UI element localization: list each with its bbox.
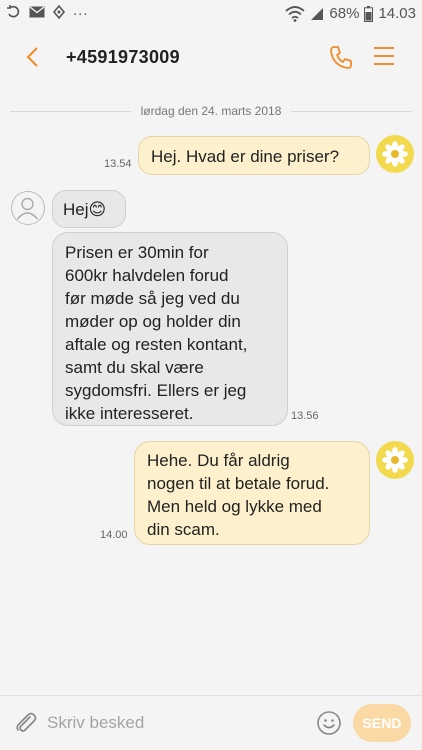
outgoing-message-bubble[interactable]: Hehe. Du får aldrig nogen til at betale … [134,441,370,545]
message-line: din scam. [147,520,220,539]
date-separator-label: lørdag den 24. marts 2018 [140,104,282,118]
own-avatar[interactable] [376,135,414,173]
message-line: samt du skal være [65,358,204,377]
status-clock: 14.03 [378,5,416,22]
contact-title[interactable]: +4591973009 [66,47,180,68]
conversation-header: +4591973009 [0,30,422,88]
message-line: møder op og holder din [65,312,241,331]
phone-icon [330,46,352,69]
battery-icon [364,5,374,22]
composer-bar: SEND [0,695,422,750]
status-icons-left: ... [6,1,89,19]
message-time: 13.54 [104,158,132,170]
date-divider-right [291,110,412,112]
outgoing-message-bubble[interactable]: Hej. Hvad er dine priser? [138,136,370,175]
status-more-indicator: ... [73,1,89,19]
message-line: nogen til at betale forud. [147,474,330,493]
call-button[interactable] [327,43,355,71]
date-divider-left [10,110,131,112]
wifi-icon [285,5,306,22]
message-line: Hehe. Du får aldrig [147,451,290,470]
status-icons-right: 68% 14.03 [285,5,416,22]
flower-avatar-icon [382,141,408,167]
paperclip-icon [16,712,37,732]
incoming-message-bubble[interactable]: Prisen er 30min for 600kr halvdelen foru… [52,232,288,426]
emoji-button[interactable] [316,710,342,736]
refresh-status-icon [7,5,20,18]
message-text: Hej. Hvad er dine priser? [151,147,340,166]
battery-percent: 68% [329,5,360,22]
message-line: aftale og resten kontant, [65,335,248,354]
mail-status-icon [29,6,45,18]
incoming-message-bubble[interactable]: Hej😊 [52,190,126,228]
message-time: 14.00 [100,529,128,541]
attach-button[interactable] [13,710,39,736]
message-input[interactable] [47,709,297,737]
date-separator: lørdag den 24. marts 2018 [0,100,422,122]
flower-avatar-icon [382,447,408,473]
message-line: 600kr halvdelen forud [65,266,229,285]
message-line: Men held og lykke med [147,497,322,516]
messages-screen: ... 68% 14.03 +4591973009 lørdag den 24.… [0,0,422,750]
own-avatar[interactable] [376,441,414,479]
smiley-icon [317,711,341,735]
message-time: 13.56 [291,410,319,422]
message-line: sygdomsfri. Ellers er jeg [65,381,247,400]
send-button[interactable]: SEND [353,704,411,742]
signal-icon [311,7,324,20]
message-line: før møde så jeg ved du [65,289,240,308]
person-avatar-icon [16,197,39,220]
usb-status-icon [52,5,66,19]
message-line: ikke interesseret. [65,404,194,423]
contact-avatar[interactable] [11,191,45,225]
menu-button[interactable] [372,45,396,67]
back-button[interactable] [18,42,48,72]
status-bar: ... 68% 14.03 [0,0,422,30]
message-text: Hej😊 [63,200,107,219]
menu-icon [374,47,394,65]
back-arrow-icon [26,47,38,67]
message-line: Prisen er 30min for [65,243,209,262]
